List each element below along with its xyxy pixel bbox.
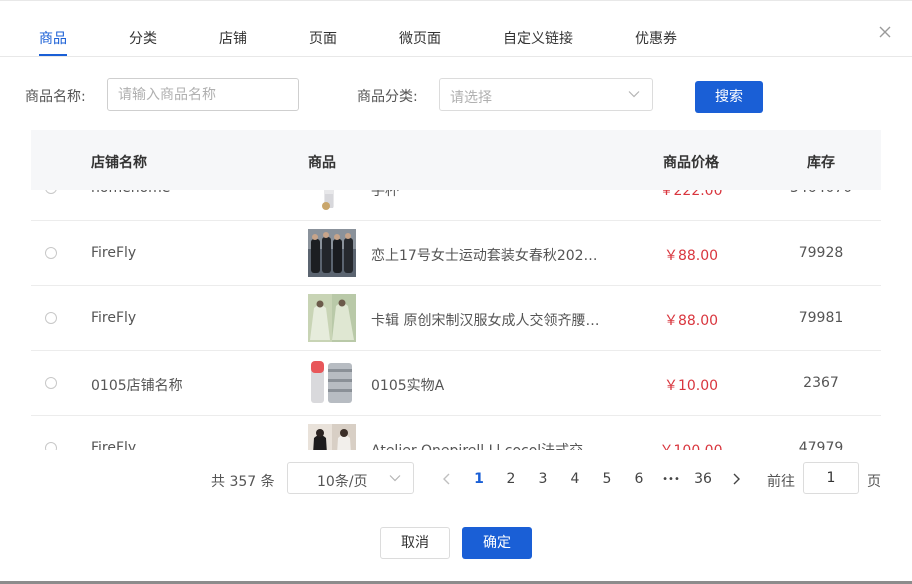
page-suffix: 页 [867, 474, 881, 490]
row-radio[interactable] [45, 377, 57, 389]
product-stock: 79928 [798, 245, 844, 261]
tab-coupons[interactable]: 优惠券 [635, 28, 677, 48]
product-price: ￥88.00 [663, 313, 719, 329]
chevron-down-icon [389, 475, 401, 482]
column-header-stock: 库存 [807, 155, 835, 171]
table-row[interactable]: 0105店铺名称 0105实物A ￥10.00 2367 [31, 351, 881, 416]
product-name-label: 商品名称: [25, 89, 86, 105]
product-name: 手杯 [371, 190, 399, 199]
cancel-button[interactable]: 取消 [380, 527, 450, 559]
row-radio[interactable] [45, 442, 57, 450]
product-name: 恋上17号女士运动套装女春秋2022新款时尚休闲两件套 [371, 248, 603, 264]
row-radio[interactable] [45, 247, 57, 259]
product-stock: 3464070 [771, 190, 871, 196]
product-price: ￥10.00 [663, 378, 719, 394]
tab-products[interactable]: 商品 [39, 28, 67, 48]
product-category-label: 商品分类: [357, 89, 418, 105]
product-category-select[interactable]: 请选择 [439, 78, 653, 111]
table-header: 店铺名称 商品 商品价格 库存 [31, 130, 881, 190]
goto-page-input[interactable] [804, 463, 858, 493]
product-name: Atelier Onepirell Ll cocol法式交叉领 [371, 440, 603, 450]
tab-bar: 商品 分类 店铺 页面 微页面 自定义链接 优惠券 [0, 1, 912, 57]
close-icon[interactable] [878, 25, 892, 39]
page-size-select[interactable]: 10条/页 [287, 462, 414, 494]
page-3[interactable]: 3 [531, 471, 555, 487]
category-placeholder: 请选择 [450, 90, 492, 106]
confirm-button[interactable]: 确定 [462, 527, 532, 559]
shop-name: FireFly [91, 245, 137, 261]
goto-label: 前往 [767, 474, 795, 490]
search-button[interactable]: 搜索 [695, 81, 763, 113]
product-thumbnail [308, 229, 356, 277]
row-radio[interactable] [45, 312, 57, 324]
tab-categories[interactable]: 分类 [129, 28, 157, 48]
tab-micro-pages[interactable]: 微页面 [399, 28, 441, 48]
table-row[interactable]: homehome 手杯 ￥222.00 3464070 [31, 190, 881, 221]
tab-custom-link[interactable]: 自定义链接 [503, 28, 573, 48]
page-4[interactable]: 4 [563, 471, 587, 487]
page-5[interactable]: 5 [595, 471, 619, 487]
next-page-icon[interactable] [731, 473, 741, 485]
product-thumbnail [308, 190, 356, 212]
page-1[interactable]: 1 [467, 471, 491, 487]
active-tab-indicator [39, 54, 67, 56]
product-thumbnail [308, 359, 356, 407]
column-header-price: 商品价格 [663, 155, 719, 171]
product-stock: 47979 [798, 440, 844, 450]
product-picker-dialog: 商品 分类 店铺 页面 微页面 自定义链接 优惠券 商品名称: 商品分类: 请选… [0, 0, 912, 584]
product-name: 卡辑 原创宋制汉服女成人交领齐腰襦裙 [371, 313, 603, 329]
page-size-value: 10条/页 [317, 474, 368, 490]
table-body[interactable]: homehome 手杯 ￥222.00 3464070 FireFly [31, 190, 881, 450]
product-name-input[interactable] [118, 79, 288, 110]
product-price: ￥100.00 [641, 440, 741, 450]
shop-name: FireFly [91, 440, 137, 450]
tab-pages[interactable]: 页面 [309, 28, 337, 48]
prev-page-icon[interactable] [442, 473, 452, 485]
goto-page-field [803, 462, 859, 494]
product-stock: 79981 [798, 310, 844, 326]
chevron-down-icon [628, 91, 640, 98]
product-thumbnail [308, 294, 356, 342]
column-header-product: 商品 [308, 155, 336, 171]
shop-name: FireFly [91, 310, 137, 326]
product-stock: 2367 [803, 375, 839, 391]
table-row[interactable]: FireFly 恋上17号女士运动套装女春秋2022 ￥88.00 79928 [31, 221, 881, 286]
page-6[interactable]: 6 [627, 471, 651, 487]
product-price: ￥222.00 [659, 190, 723, 199]
table-row[interactable]: FireFly Atelier Onepirell Ll cocol法式交叉领 … [31, 416, 881, 450]
more-pages-ellipsis[interactable]: ••• [659, 474, 683, 485]
total-count: 共 357 条 [211, 474, 275, 490]
shop-name: 0105店铺名称 [91, 378, 183, 394]
column-header-shop: 店铺名称 [91, 155, 147, 171]
row-radio[interactable] [45, 190, 57, 194]
product-name-field [107, 78, 299, 111]
tab-shops[interactable]: 店铺 [219, 28, 247, 48]
shop-name: homehome [91, 190, 170, 196]
product-price: ￥88.00 [663, 248, 719, 264]
page-2[interactable]: 2 [499, 471, 523, 487]
product-thumbnail [308, 424, 356, 450]
table-row[interactable]: FireFly 卡辑 原创宋制汉服女成人交领齐腰襦裙 ￥88.00 79981 [31, 286, 881, 351]
product-name: 0105实物A [371, 378, 445, 394]
page-36[interactable]: 36 [691, 471, 715, 487]
